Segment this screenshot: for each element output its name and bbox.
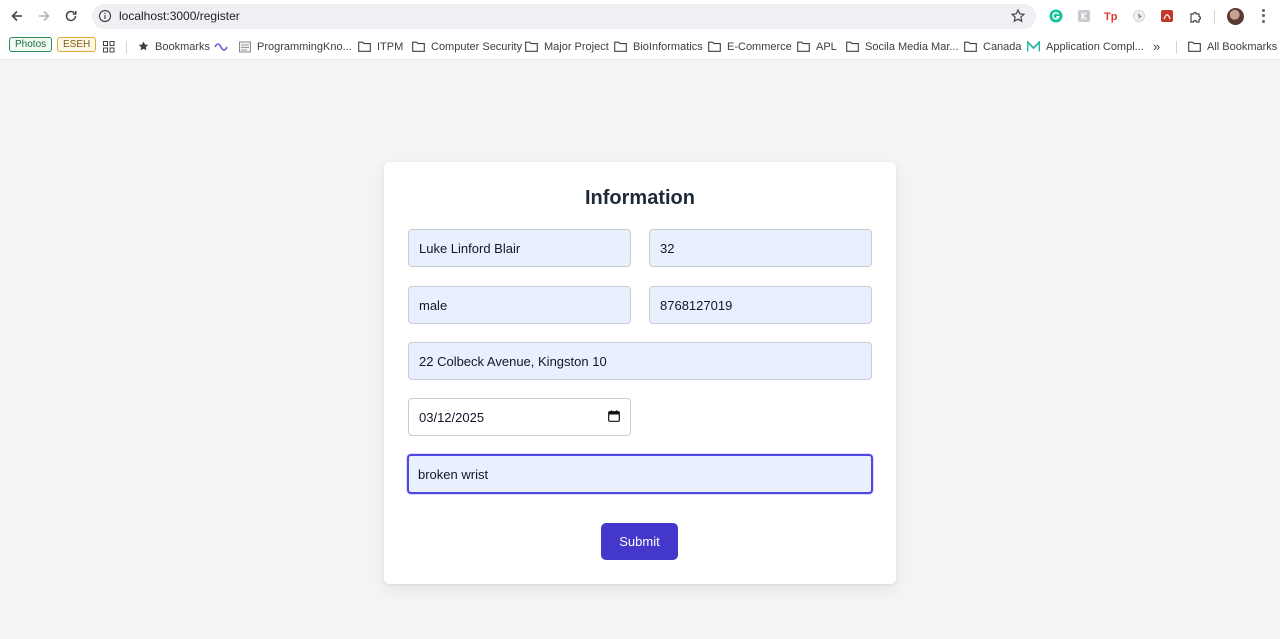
bookmark-label: Computer Security [431,40,523,53]
bookmark-label: ProgrammingKno... [257,40,352,53]
phone-input[interactable]: 8768127019 [649,286,872,324]
page-icon [239,41,251,52]
folder-icon [1188,41,1201,52]
bookmark-eseh-pill[interactable]: ESEH [57,37,97,52]
bookmark-label: APL [816,40,837,53]
bookmark-link-icon[interactable] [214,38,234,55]
bookmark-label: Application Compl... [1046,40,1144,53]
all-bookmarks-label: All Bookmarks [1207,40,1278,53]
bookmark-label: BioInformatics [633,40,703,53]
star-icon [138,41,149,51]
calendar-icon[interactable] [608,409,620,425]
bookmark-folder-itpm[interactable]: ITPM [358,38,403,55]
bookmark-folder-bioinformatics[interactable]: BioInformatics [614,38,703,55]
date-input[interactable]: 03/12/2025 [408,398,631,436]
browser-menu-icon[interactable] [1257,8,1269,24]
bookmark-folder-canada[interactable]: Canada [964,38,1022,55]
folder-icon [358,41,371,52]
grammarly-extension-icon[interactable] [1048,8,1064,24]
forward-icon[interactable] [34,6,54,26]
bookmark-folder-major-project[interactable]: Major Project [525,38,609,55]
bookmark-programmingknowledge[interactable]: ProgrammingKno... [239,38,352,55]
bookmark-folder-apl[interactable]: APL [797,38,837,55]
bookmark-label: Canada [983,40,1022,53]
bookmark-folder-computer-security[interactable]: Computer Security [412,38,522,55]
form-title: Information [585,187,695,209]
age-input[interactable]: 32 [649,229,872,267]
extension-k-icon[interactable] [1076,8,1092,24]
name-input[interactable]: Luke Linford Blair [408,229,631,267]
extension-pdf-icon[interactable] [1159,8,1175,24]
submit-button[interactable]: Submit [601,523,678,560]
registration-card: Information Luke Linford Blair 32 male 8… [384,162,896,584]
folder-icon [708,41,721,52]
bookmarks-bar: Photos ESEH Bookmarks ProgrammingKno... … [0,33,1280,60]
folder-icon [797,41,810,52]
bookmark-star-icon[interactable] [1010,8,1026,24]
condition-input[interactable]: broken wrist [407,454,873,494]
bookmark-folder-social-media[interactable]: Socila Media Mar... [846,38,959,55]
folder-icon [614,41,627,52]
browser-toolbar: localhost:3000/register Tp [0,0,1280,33]
site-info-icon[interactable] [98,9,112,23]
reload-icon[interactable] [61,6,81,26]
gender-input[interactable]: male [408,286,631,324]
extension-cursor-icon[interactable] [1131,8,1147,24]
bookmark-label: Socila Media Mar... [865,40,959,53]
back-icon[interactable] [7,6,27,26]
bookmark-bookmarks[interactable]: Bookmarks [138,38,210,55]
extensions-puzzle-icon[interactable] [1187,8,1203,24]
address-input[interactable]: 22 Colbeck Avenue, Kingston 10 [408,342,872,380]
bookmark-label: E-Commerce [727,40,792,53]
bookmark-label: Major Project [544,40,609,53]
date-value: 03/12/2025 [419,409,485,425]
bookmark-folder-ecommerce[interactable]: E-Commerce [708,38,792,55]
all-bookmarks[interactable]: All Bookmarks [1188,38,1277,55]
bookmark-photos-pill[interactable]: Photos [9,37,53,52]
bookmarks-divider [126,41,127,54]
bookmarks-divider [1176,41,1177,54]
svg-text:Tp: Tp [1104,11,1118,23]
bookmark-label: Bookmarks [155,40,211,53]
folder-icon [525,41,538,52]
folder-icon [412,41,425,52]
m-logo-icon [1027,41,1040,52]
address-bar[interactable]: localhost:3000/register [92,4,1036,29]
folder-icon [964,41,977,52]
toolbar-divider [1214,10,1215,24]
profile-avatar[interactable] [1227,8,1244,25]
bookmark-application[interactable]: Application Compl... [1027,38,1144,55]
bookmarks-overflow-icon[interactable]: » [1153,38,1160,55]
bookmark-label: ITPM [377,40,404,53]
extension-tp-icon[interactable]: Tp [1104,8,1120,24]
url-text: localhost:3000/register [119,9,240,23]
folder-icon [846,41,859,52]
apps-grid-icon[interactable] [103,38,121,55]
